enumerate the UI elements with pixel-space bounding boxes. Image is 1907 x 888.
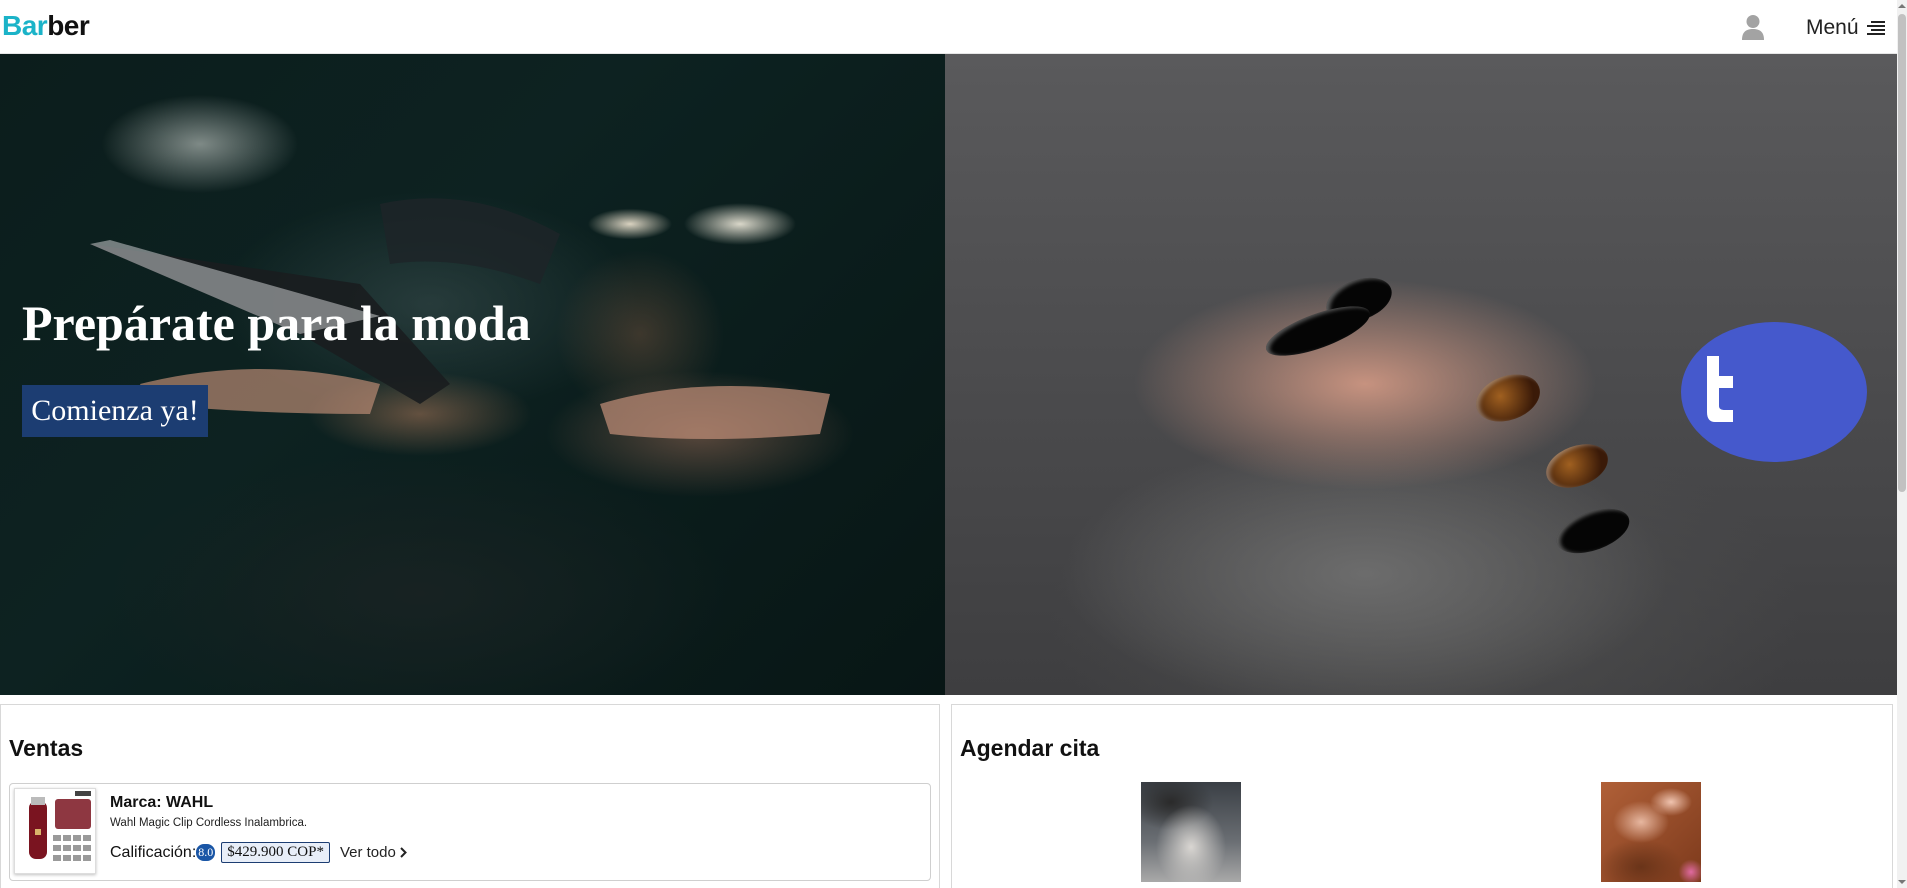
logo-part-2: ber xyxy=(47,10,90,41)
nails-service-image[interactable] xyxy=(1601,782,1701,882)
price-tag: $429.900 COP* xyxy=(221,842,330,863)
top-navbar: Barber Menú xyxy=(0,0,1897,54)
hero-section: Prepárate para la moda Comienza ya! xyxy=(0,54,1897,695)
page-scrollbar[interactable] xyxy=(1897,0,1907,888)
chevron-right-icon xyxy=(400,847,407,858)
barber-hero-image xyxy=(0,54,945,695)
chat-icon xyxy=(1707,356,1733,422)
product-item[interactable]: Marca: WAHL Wahl Magic Clip Cordless Ina… xyxy=(9,783,931,881)
product-meta-row: Calificación: 8.0 $429.900 COP* Ver todo xyxy=(110,842,407,863)
logo[interactable]: Barber xyxy=(2,10,90,42)
ventas-card: Ventas Marca: WAHL Wahl Magic Clip Cordl… xyxy=(0,704,940,888)
ventas-title: Ventas xyxy=(9,735,84,761)
menu-button[interactable]: Menú xyxy=(1806,15,1885,41)
scroll-up-arrow-icon[interactable] xyxy=(1898,2,1906,10)
rating-badge: 8.0 xyxy=(196,844,216,861)
chat-button[interactable] xyxy=(1681,322,1867,462)
see-all-label: Ver todo xyxy=(339,844,396,861)
product-brand: Marca: WAHL xyxy=(110,794,214,811)
see-all-link[interactable]: Ver todo xyxy=(340,844,407,861)
rating-label: Calificación: xyxy=(110,843,197,861)
product-image xyxy=(14,788,96,874)
menu-lines-icon xyxy=(1866,21,1885,35)
appointment-card: Agendar cita xyxy=(951,704,1893,888)
hero-title: Prepárate para la moda xyxy=(22,295,531,351)
haircut-service-image[interactable] xyxy=(1141,782,1241,882)
appointment-title: Agendar cita xyxy=(960,735,1100,761)
scroll-thumb[interactable] xyxy=(1898,14,1906,492)
scroll-down-arrow-icon[interactable] xyxy=(1898,878,1906,886)
user-icon[interactable] xyxy=(1741,14,1765,40)
start-now-button[interactable]: Comienza ya! xyxy=(22,385,208,437)
product-name: Wahl Magic Clip Cordless Inalambrica. xyxy=(110,817,308,829)
menu-label: Menú xyxy=(1806,16,1859,39)
logo-part-1: Bar xyxy=(2,10,48,41)
